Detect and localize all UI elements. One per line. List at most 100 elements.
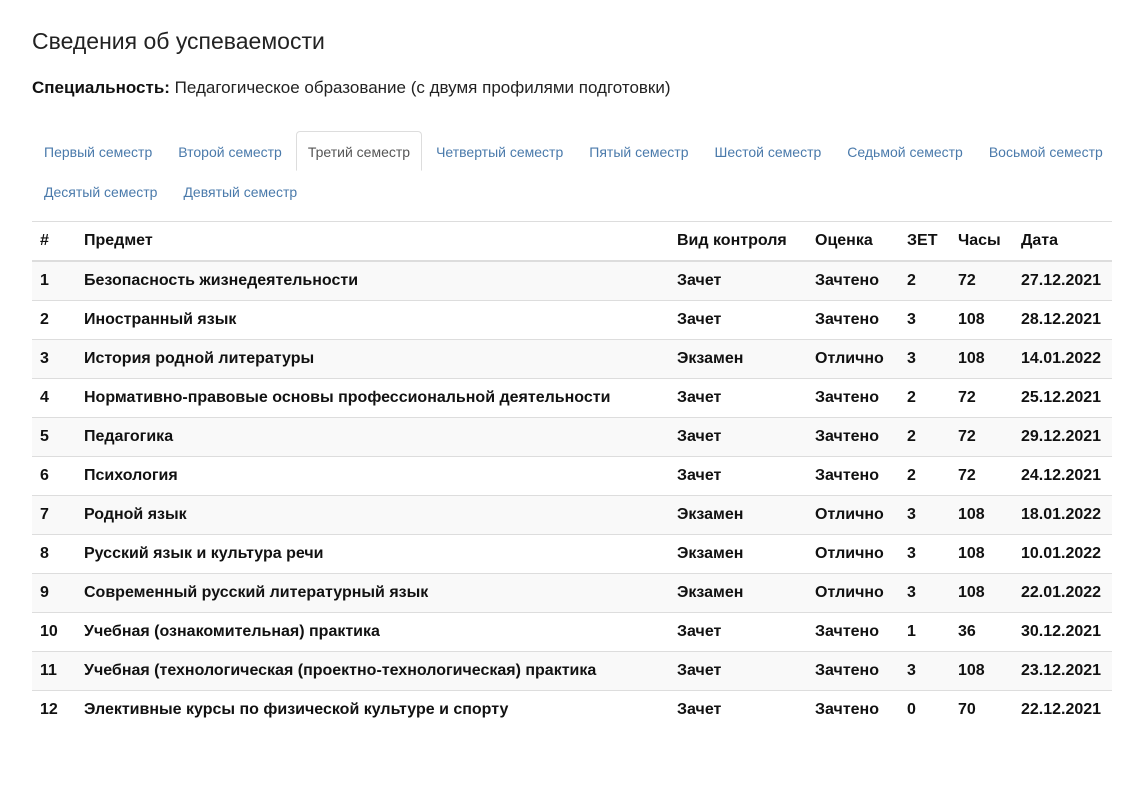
page-title: Сведения об успеваемости — [32, 28, 325, 54]
cell-num: 2 — [32, 300, 76, 340]
tab-semester-1[interactable]: Первый семестр — [32, 131, 164, 171]
cell-hours: 108 — [950, 651, 1013, 691]
cell-hours: 36 — [950, 612, 1013, 652]
cell-hours: 72 — [950, 456, 1013, 496]
cell-date: 27.12.2021 — [1013, 261, 1112, 301]
header-date: Дата — [1013, 222, 1112, 262]
tab-semester-7[interactable]: Седьмой семестр — [835, 131, 975, 171]
table-row: 4 Нормативно-правовые основы профессиона… — [32, 378, 1112, 418]
cell-control: Экзамен — [669, 339, 807, 379]
cell-grade: Зачтено — [807, 651, 899, 691]
cell-zet: 1 — [899, 612, 950, 652]
cell-grade: Отлично — [807, 495, 899, 535]
cell-hours: 108 — [950, 534, 1013, 574]
cell-grade: Отлично — [807, 339, 899, 379]
specialty-value: Педагогическое образование (с двумя проф… — [174, 78, 671, 97]
table-row: 1 Безопасность жизнедеятельности Зачет З… — [32, 261, 1112, 301]
tab-semester-10[interactable]: Десятый семестр — [32, 171, 169, 211]
cell-num: 5 — [32, 417, 76, 457]
cell-control: Зачет — [669, 261, 807, 301]
semester-tabs-row-1: Первый семестр Второй семестр Третий сем… — [32, 131, 1117, 171]
header-zet: ЗЕТ — [899, 222, 950, 262]
table-row: 7 Родной язык Экзамен Отлично 3 108 18.0… — [32, 495, 1112, 535]
cell-hours: 108 — [950, 573, 1013, 613]
table-row: 6 Психология Зачет Зачтено 2 72 24.12.20… — [32, 456, 1112, 496]
cell-date: 18.01.2022 — [1013, 495, 1112, 535]
semester-tabs: Первый семестр Второй семестр Третий сем… — [32, 131, 1112, 222]
cell-num: 1 — [32, 261, 76, 301]
cell-subject: Безопасность жизнедеятельности — [76, 261, 669, 301]
cell-zet: 3 — [899, 300, 950, 340]
header-subject: Предмет — [76, 222, 669, 262]
cell-date: 10.01.2022 — [1013, 534, 1112, 574]
cell-subject: Нормативно-правовые основы профессиональ… — [76, 378, 669, 418]
cell-num: 3 — [32, 339, 76, 379]
cell-date: 28.12.2021 — [1013, 300, 1112, 340]
cell-num: 7 — [32, 495, 76, 535]
tab-semester-2[interactable]: Второй семестр — [166, 131, 294, 171]
cell-num: 6 — [32, 456, 76, 496]
cell-control: Зачет — [669, 417, 807, 457]
cell-num: 4 — [32, 378, 76, 418]
table-row: 9 Современный русский литературный язык … — [32, 573, 1112, 613]
semester-tabs-row-2: Десятый семестр Девятый семестр — [32, 171, 311, 211]
header-num: # — [32, 222, 76, 262]
tab-semester-4[interactable]: Четвертый семестр — [424, 131, 575, 171]
cell-zet: 3 — [899, 339, 950, 379]
cell-control: Экзамен — [669, 573, 807, 613]
cell-zet: 2 — [899, 261, 950, 301]
cell-num: 10 — [32, 612, 76, 652]
cell-date: 14.01.2022 — [1013, 339, 1112, 379]
cell-subject: История родной литературы — [76, 339, 669, 379]
table-row: 11 Учебная (технологическая (проектно-те… — [32, 651, 1112, 691]
table-row: 8 Русский язык и культура речи Экзамен О… — [32, 534, 1112, 574]
cell-control: Зачет — [669, 651, 807, 691]
cell-control: Зачет — [669, 612, 807, 652]
cell-control: Зачет — [669, 690, 807, 729]
cell-zet: 3 — [899, 534, 950, 574]
specialty-label: Специальность: — [32, 78, 170, 97]
cell-num: 12 — [32, 690, 76, 729]
cell-zet: 2 — [899, 417, 950, 457]
cell-control: Зачет — [669, 378, 807, 418]
cell-grade: Зачтено — [807, 690, 899, 729]
tab-semester-5[interactable]: Пятый семестр — [577, 131, 700, 171]
cell-subject: Родной язык — [76, 495, 669, 535]
cell-grade: Зачтено — [807, 300, 899, 340]
grades-table: # Предмет Вид контроля Оценка ЗЕТ Часы Д… — [32, 222, 1112, 729]
tab-semester-3[interactable]: Третий семестр — [295, 131, 423, 171]
cell-subject: Психология — [76, 456, 669, 496]
cell-subject: Учебная (ознакомительная) практика — [76, 612, 669, 652]
tab-semester-9[interactable]: Девятый семестр — [171, 171, 309, 211]
cell-date: 24.12.2021 — [1013, 456, 1112, 496]
cell-date: 22.12.2021 — [1013, 690, 1112, 729]
header-grade: Оценка — [807, 222, 899, 262]
cell-grade: Отлично — [807, 534, 899, 574]
cell-grade: Зачтено — [807, 378, 899, 418]
cell-date: 23.12.2021 — [1013, 651, 1112, 691]
tab-semester-6[interactable]: Шестой семестр — [703, 131, 834, 171]
table-row: 2 Иностранный язык Зачет Зачтено 3 108 2… — [32, 300, 1112, 340]
tab-semester-8[interactable]: Восьмой семестр — [977, 131, 1115, 171]
cell-date: 22.01.2022 — [1013, 573, 1112, 613]
cell-grade: Зачтено — [807, 261, 899, 301]
cell-subject: Педагогика — [76, 417, 669, 457]
header-hours: Часы — [950, 222, 1013, 262]
cell-control: Экзамен — [669, 534, 807, 574]
cell-hours: 108 — [950, 495, 1013, 535]
cell-num: 8 — [32, 534, 76, 574]
cell-zet: 0 — [899, 690, 950, 729]
cell-hours: 72 — [950, 378, 1013, 418]
cell-grade: Зачтено — [807, 456, 899, 496]
cell-zet: 2 — [899, 456, 950, 496]
cell-subject: Учебная (технологическая (проектно-техно… — [76, 651, 669, 691]
cell-date: 30.12.2021 — [1013, 612, 1112, 652]
cell-date: 25.12.2021 — [1013, 378, 1112, 418]
cell-hours: 72 — [950, 261, 1013, 301]
cell-zet: 3 — [899, 651, 950, 691]
cell-num: 9 — [32, 573, 76, 613]
cell-control: Зачет — [669, 456, 807, 496]
cell-subject: Современный русский литературный язык — [76, 573, 669, 613]
table-header-row: # Предмет Вид контроля Оценка ЗЕТ Часы Д… — [32, 222, 1112, 262]
cell-num: 11 — [32, 651, 76, 691]
